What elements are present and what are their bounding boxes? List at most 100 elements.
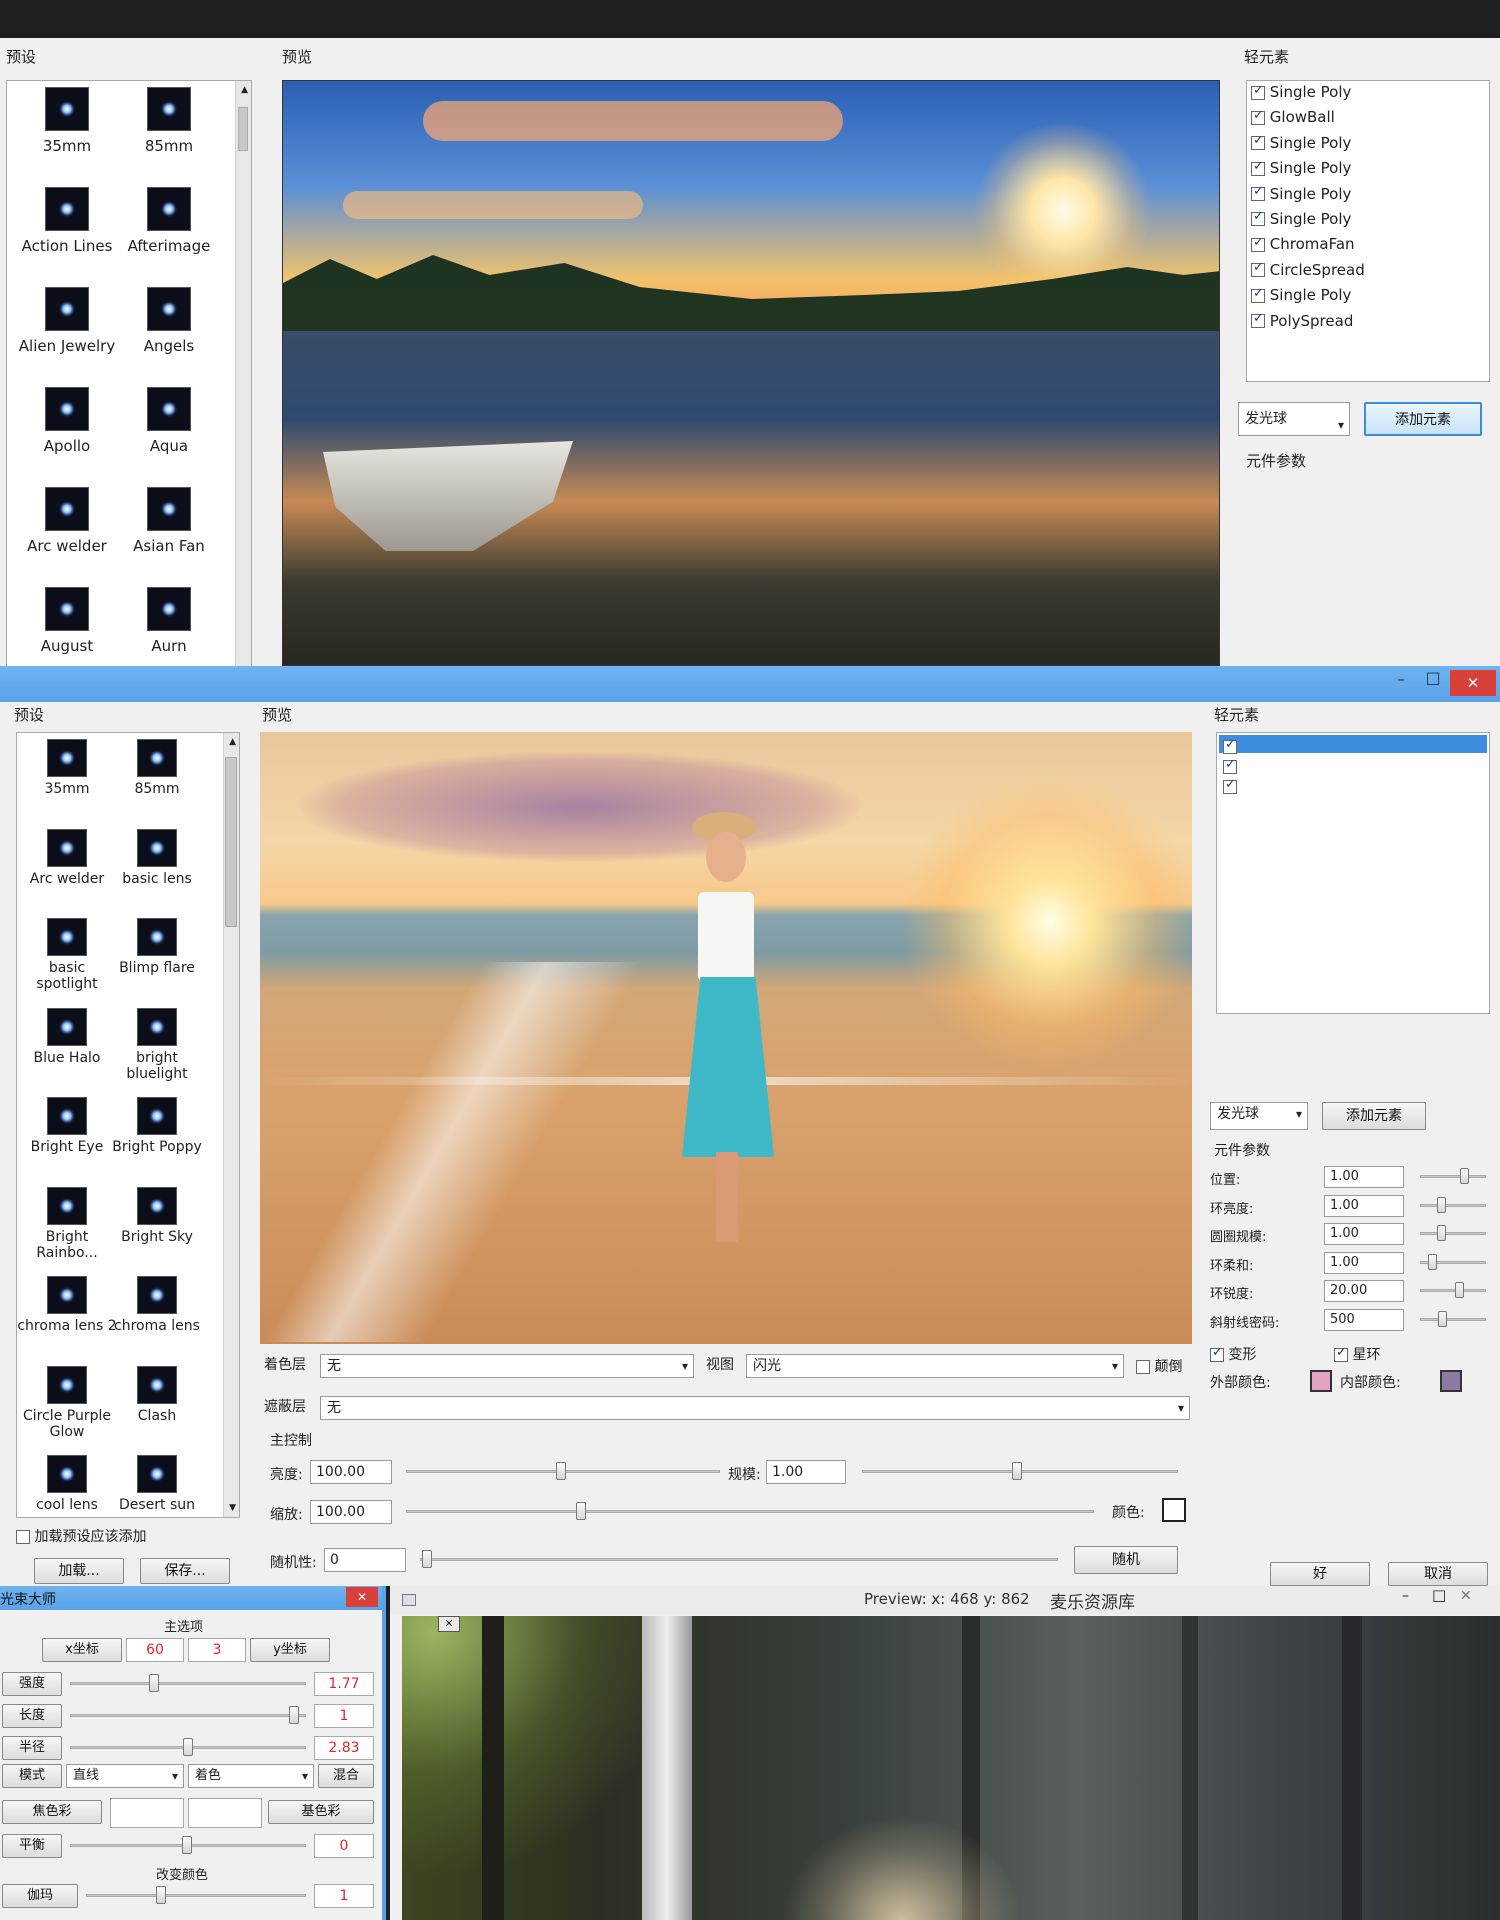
- color-swatch[interactable]: [1162, 1498, 1186, 1522]
- preset-label[interactable]: 35mm: [17, 781, 117, 797]
- element-row[interactable]: Single Poly: [1251, 159, 1489, 184]
- preset-label[interactable]: Blimp flare: [107, 960, 207, 976]
- element-checkbox[interactable]: [1251, 260, 1265, 278]
- param-input[interactable]: 1.00: [1324, 1194, 1404, 1217]
- balance-value-field[interactable]: 0: [314, 1834, 374, 1858]
- param-slider-track[interactable]: [1420, 1289, 1486, 1293]
- preset-thumbnail[interactable]: [47, 1007, 87, 1046]
- load-on-select-checkbox[interactable]: 加载预设应该添加: [16, 1526, 146, 1546]
- row-label-button[interactable]: 强度: [2, 1672, 62, 1696]
- row-value-field[interactable]: 1: [314, 1704, 374, 1728]
- mode-button[interactable]: 模式: [2, 1764, 62, 1788]
- row-label-button[interactable]: 半径: [2, 1736, 62, 1760]
- outer-color-swatch[interactable]: [1310, 1370, 1332, 1392]
- preset-thumbnail[interactable]: [137, 1276, 177, 1314]
- row-slider-track[interactable]: [70, 1682, 306, 1685]
- inner-color-swatch[interactable]: [1440, 1370, 1462, 1392]
- preset-label[interactable]: Clash: [107, 1408, 207, 1424]
- y-value-field[interactable]: 3: [188, 1638, 246, 1662]
- preset-thumbnail[interactable]: [137, 828, 177, 867]
- crosshair-icon[interactable]: ✕: [438, 1616, 460, 1632]
- tint-select[interactable]: 着色 ▾: [188, 1764, 314, 1788]
- param-slider-knob[interactable]: [1454, 1282, 1464, 1299]
- element-checkbox[interactable]: [1251, 235, 1265, 252]
- preset-thumbnail[interactable]: [137, 1007, 177, 1046]
- preset-thumbnail[interactable]: [137, 739, 177, 777]
- preset-label[interactable]: Alien Jewelry: [12, 337, 122, 355]
- preset-thumbnail[interactable]: [147, 87, 191, 131]
- preset-scrollbar[interactable]: [235, 81, 251, 667]
- preset-thumbnail[interactable]: [137, 1365, 177, 1404]
- element-checkbox[interactable]: [1251, 108, 1265, 125]
- start-color-button[interactable]: 焦色彩: [2, 1800, 102, 1824]
- param-slider-track[interactable]: [1420, 1203, 1486, 1207]
- param-input[interactable]: 20.00: [1324, 1280, 1404, 1303]
- preset-label[interactable]: 85mm: [114, 137, 224, 155]
- element-checkbox[interactable]: [1223, 777, 1237, 794]
- close-button[interactable]: ✕: [346, 1587, 378, 1607]
- maximize-button[interactable]: □: [1432, 1586, 1446, 1604]
- row-value-field[interactable]: 2.83: [314, 1736, 374, 1760]
- scroll-down-arrow-icon[interactable]: ▼: [229, 1503, 236, 1513]
- preset-label[interactable]: Angels: [114, 337, 224, 355]
- scroll-thumb[interactable]: [225, 757, 237, 927]
- preset-label[interactable]: Afterimage: [114, 237, 224, 255]
- scroll-thumb[interactable]: [238, 107, 248, 151]
- preset-thumbnail[interactable]: [45, 587, 89, 631]
- element-checkbox[interactable]: [1251, 133, 1265, 151]
- preset-label[interactable]: Bright Eye: [17, 1139, 117, 1155]
- preset-thumbnail[interactable]: [47, 1097, 87, 1135]
- brightness-slider-knob[interactable]: [556, 1462, 566, 1480]
- load-button[interactable]: 加载...: [34, 1558, 124, 1584]
- element-row[interactable]: GlowBall: [1251, 108, 1489, 133]
- preset-label[interactable]: Bright Sky: [107, 1229, 207, 1245]
- param-input[interactable]: 1.00: [1324, 1223, 1404, 1246]
- row-slider-track[interactable]: [70, 1714, 306, 1717]
- preset-thumbnail[interactable]: [147, 387, 191, 431]
- element-row[interactable]: Single Poly: [1251, 209, 1489, 235]
- preset-label[interactable]: Aurn: [114, 637, 224, 655]
- preset-label[interactable]: August: [12, 637, 122, 655]
- element-checkbox[interactable]: [1251, 159, 1265, 176]
- ok-button[interactable]: 好: [1270, 1562, 1370, 1586]
- preset-label[interactable]: basic lens: [107, 871, 207, 887]
- preset-thumbnail[interactable]: [147, 187, 191, 231]
- preset-thumbnail[interactable]: [45, 487, 89, 531]
- preset-label[interactable]: cool lens: [17, 1497, 117, 1513]
- selected-element-row[interactable]: [1219, 735, 1487, 753]
- element-row[interactable]: ChromaFan: [1251, 235, 1489, 260]
- preset-thumbnail[interactable]: [137, 1455, 177, 1493]
- element-type-select[interactable]: 发光球 ▾: [1238, 402, 1350, 436]
- preset-label[interactable]: Action Lines: [12, 237, 122, 255]
- param-slider-track[interactable]: [1420, 1318, 1486, 1321]
- preset-thumbnail[interactable]: [47, 1276, 87, 1314]
- minimize-button[interactable]: –: [1388, 670, 1414, 688]
- element-checkbox[interactable]: [1251, 286, 1265, 303]
- end-color-swatch[interactable]: [188, 1798, 262, 1828]
- param-input[interactable]: 500: [1324, 1309, 1404, 1331]
- x-coord-button[interactable]: x坐标: [42, 1638, 122, 1662]
- save-button[interactable]: 保存...: [140, 1558, 230, 1584]
- element-row[interactable]: Single Poly: [1251, 133, 1489, 159]
- preset-thumbnail[interactable]: [45, 87, 89, 131]
- preset-label[interactable]: Aqua: [114, 437, 224, 455]
- zoom-slider-track[interactable]: [406, 1510, 1094, 1513]
- param-slider-knob[interactable]: [1460, 1168, 1470, 1184]
- blend-layer-select[interactable]: 无 ▾: [320, 1354, 694, 1378]
- preset-thumbnail[interactable]: [147, 587, 191, 631]
- element-checkbox[interactable]: [1223, 737, 1237, 754]
- preset-label[interactable]: Desert sun: [107, 1497, 207, 1513]
- preset-thumbnail[interactable]: [45, 387, 89, 431]
- element-type-select[interactable]: 发光球 ▾: [1210, 1102, 1308, 1130]
- cancel-button[interactable]: 取消: [1388, 1562, 1488, 1586]
- element-checkbox[interactable]: [1251, 311, 1265, 329]
- random-input[interactable]: 0: [324, 1548, 406, 1572]
- end-color-button[interactable]: 基色彩: [268, 1800, 374, 1824]
- preset-thumbnail[interactable]: [45, 187, 89, 231]
- param-slider-knob[interactable]: [1436, 1225, 1446, 1242]
- preset-thumbnail[interactable]: [47, 739, 87, 777]
- preset-label[interactable]: Bright Poppy: [107, 1139, 207, 1155]
- param-input[interactable]: 1.00: [1324, 1251, 1404, 1274]
- element-checkbox[interactable]: [1251, 184, 1265, 202]
- view-select[interactable]: 闪光 ▾: [746, 1354, 1124, 1378]
